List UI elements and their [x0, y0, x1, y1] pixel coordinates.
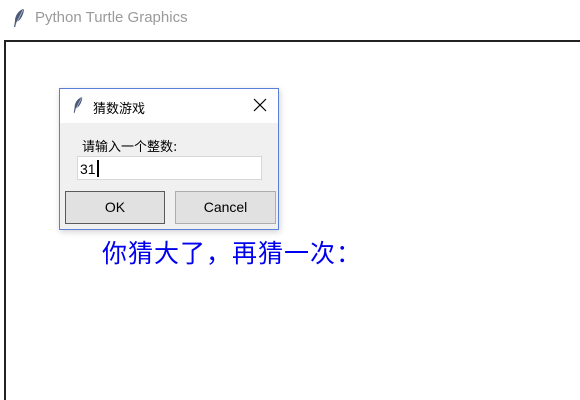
integer-input-value: 31: [80, 161, 96, 177]
dialog-titlebar[interactable]: 猜数游戏: [60, 89, 278, 123]
window-title: Python Turtle Graphics: [35, 9, 188, 26]
cancel-button[interactable]: Cancel: [175, 191, 276, 224]
ok-button[interactable]: OK: [65, 191, 165, 224]
canvas-message: 你猜大了，再猜一次：: [102, 239, 363, 268]
feather-icon: [14, 9, 24, 27]
close-icon[interactable]: [252, 97, 268, 113]
text-caret: [96, 160, 99, 177]
feather-icon: [73, 97, 83, 113]
turtle-window: Python Turtle Graphics 你猜大了，再猜一次： 猜数游戏 请…: [0, 0, 580, 400]
dialog-title: 猜数游戏: [93, 102, 146, 117]
guess-dialog: 猜数游戏 请输入一个整数: 31 OK Cancel: [59, 88, 279, 230]
integer-input[interactable]: 31: [77, 156, 262, 180]
window-titlebar[interactable]: Python Turtle Graphics: [0, 0, 580, 38]
dialog-prompt: 请输入一个整数:: [82, 140, 178, 155]
